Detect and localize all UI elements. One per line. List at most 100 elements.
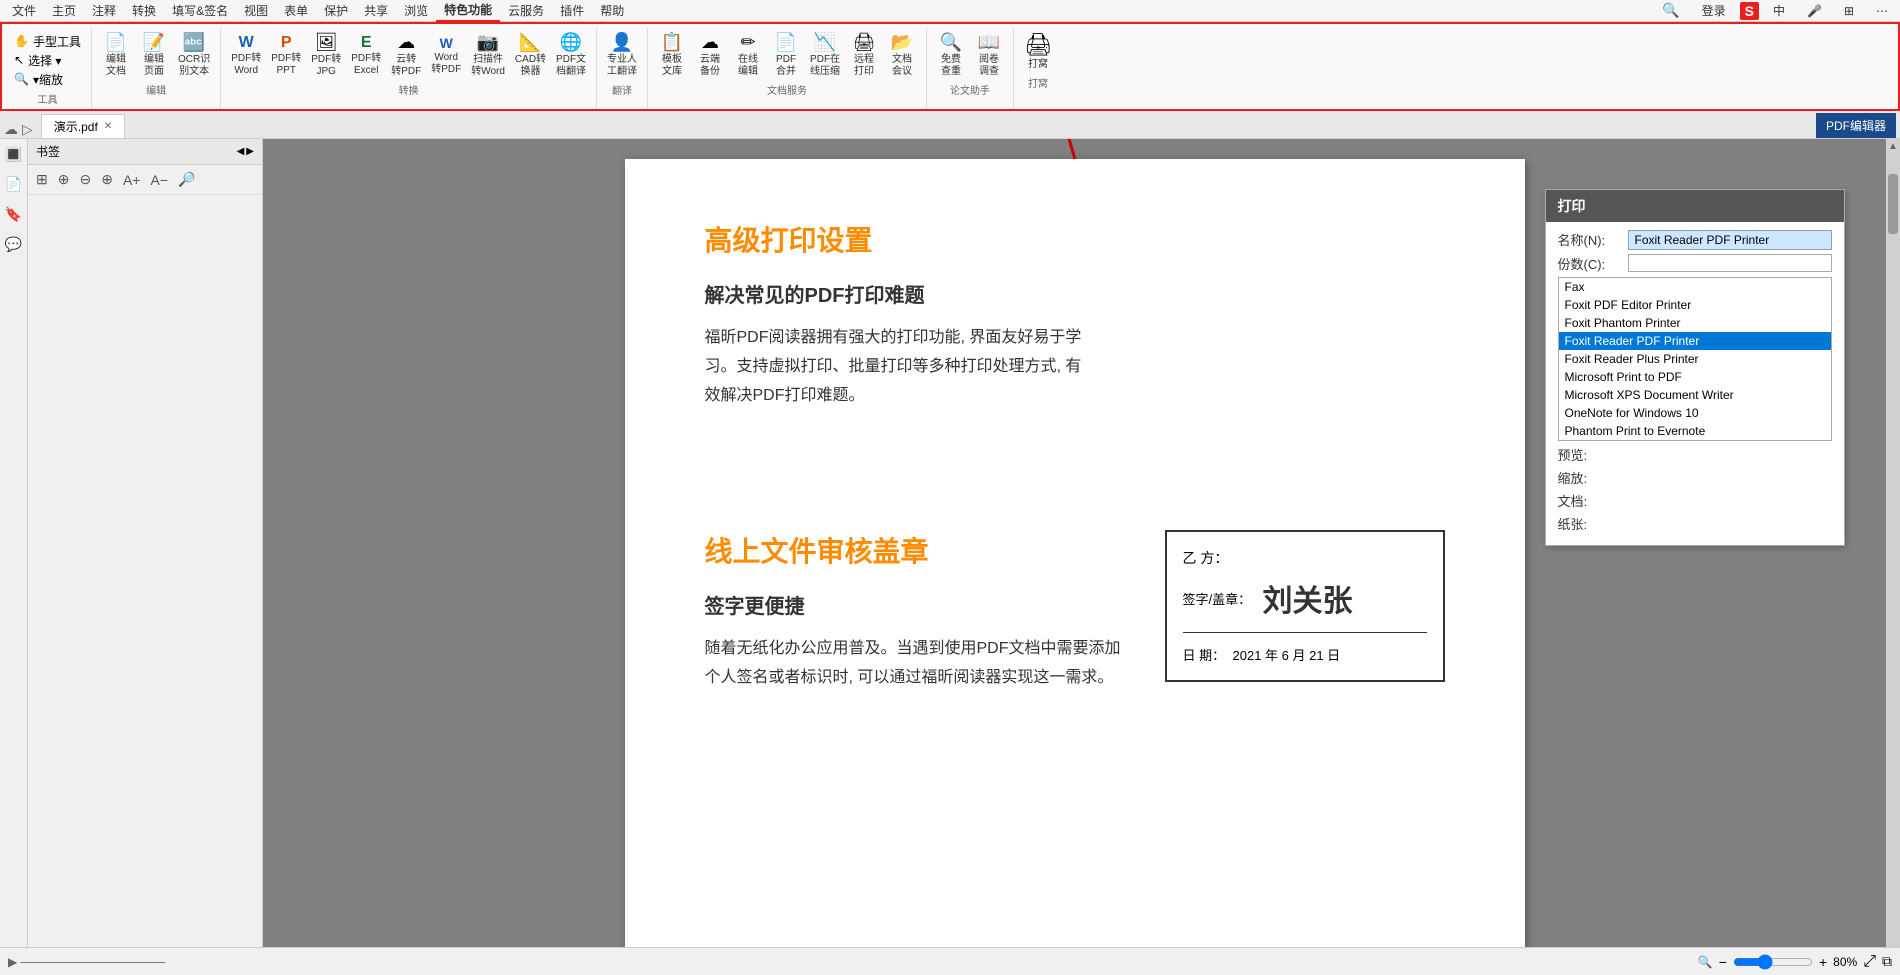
hand-tool-btn[interactable]: ✋ 手型工具 bbox=[10, 32, 85, 51]
tab-close-btn[interactable]: ✕ bbox=[104, 121, 112, 132]
tools-group: ✋ 手型工具 ↖ 选择 ▾ 🔍 ▾缩放 工具 bbox=[4, 28, 92, 109]
print-preview-row: 预览: bbox=[1558, 445, 1832, 464]
grid-icon[interactable]: ⊞ bbox=[1836, 2, 1862, 20]
sidebar-tool-aminus[interactable]: A− bbox=[146, 170, 172, 190]
pdf-translate-btn[interactable]: 🌐 PDF文档翻译 bbox=[552, 30, 590, 80]
print-btn[interactable]: 🖨 打窝 bbox=[1020, 30, 1056, 73]
edit-doc-btn[interactable]: 📄 编辑文档 bbox=[98, 30, 134, 80]
strip-btn-3[interactable]: 🔖 bbox=[3, 203, 25, 225]
zoom-minus-btn[interactable]: − bbox=[1719, 954, 1727, 970]
menu-form[interactable]: 表单 bbox=[276, 0, 316, 21]
pdf-to-ppt-btn[interactable]: P PDF转PPT bbox=[267, 32, 305, 79]
pdf-editor-label[interactable]: PDF编辑器 bbox=[1816, 113, 1896, 138]
zoom-slider[interactable] bbox=[1733, 954, 1813, 970]
printer-ms-xps[interactable]: Microsoft XPS Document Writer bbox=[1559, 386, 1831, 404]
sidebar-tool-plus2[interactable]: ⊕ bbox=[97, 169, 117, 190]
login-button[interactable]: 登录 bbox=[1694, 0, 1734, 21]
word-to-pdf-btn[interactable]: W Word转PDF bbox=[427, 33, 465, 78]
menu-file[interactable]: 文件 bbox=[4, 0, 44, 21]
printer-foxit-plus[interactable]: Foxit Reader Plus Printer bbox=[1559, 350, 1831, 368]
sidebar: 书签 ◀ ▶ ⊞ ⊕ ⊖ ⊕ A+ A− 🔎 bbox=[28, 139, 263, 974]
menu-special[interactable]: 特色功能 bbox=[436, 0, 500, 22]
select-btn[interactable]: ↖ 选择 ▾ bbox=[10, 51, 85, 70]
menu-view[interactable]: 视图 bbox=[236, 0, 276, 21]
pdf-to-word-btn[interactable]: W PDF转Word bbox=[227, 32, 265, 79]
printer-phantom-evernote[interactable]: Phantom Print to Evernote bbox=[1559, 422, 1831, 440]
menu-home[interactable]: 主页 bbox=[44, 0, 84, 21]
cloud-backup-icon: ☁ bbox=[701, 32, 719, 53]
print-subtitle: 解决常见的PDF打印难题 bbox=[705, 279, 1095, 308]
template-btn[interactable]: 📋 模板文库 bbox=[654, 30, 690, 80]
convert-group-label: 转换 bbox=[399, 82, 419, 97]
pdf-to-excel-btn[interactable]: E PDF转Excel bbox=[347, 32, 385, 79]
pdf-compress-btn[interactable]: 📉 PDF在线压缩 bbox=[806, 30, 844, 80]
scan-label: 扫描件转Word bbox=[471, 54, 505, 78]
fit-width-icon[interactable]: ⤢ bbox=[1863, 953, 1876, 971]
plagiarism-btn[interactable]: 🔍 免费查重 bbox=[933, 30, 969, 80]
cursor-icon: ↖ bbox=[14, 53, 24, 67]
strip-btn-2[interactable]: 📄 bbox=[3, 173, 25, 195]
fit-page-icon[interactable]: 🔍 bbox=[1698, 955, 1713, 969]
sidebar-prev[interactable]: ◀ bbox=[237, 146, 245, 157]
doc-services-label: 文档服务 bbox=[767, 82, 807, 97]
printer-foxit-phantom[interactable]: Foxit Phantom Printer bbox=[1559, 314, 1831, 332]
cad-convert-btn[interactable]: 📐 CAD转换器 bbox=[511, 30, 550, 80]
scroll-up-btn[interactable]: ▲ bbox=[1886, 139, 1900, 154]
menu-plugin[interactable]: 插件 bbox=[552, 0, 592, 21]
printer-onenote[interactable]: OneNote for Windows 10 bbox=[1559, 404, 1831, 422]
print-name-input[interactable]: Foxit Reader PDF Printer bbox=[1628, 230, 1832, 250]
tab-label: 演示.pdf bbox=[54, 118, 98, 135]
cloud-backup-btn[interactable]: ☁ 云端备份 bbox=[692, 30, 728, 80]
more-icon[interactable]: ⋯ bbox=[1868, 2, 1896, 20]
menu-sign[interactable]: 填写&签名 bbox=[164, 0, 236, 21]
menu-cloud[interactable]: 云服务 bbox=[500, 0, 552, 21]
pdf-content-area: 高级打印设置 解决常见的PDF打印难题 福昕PDF阅读器拥有强大的打印功能, 界… bbox=[263, 139, 1886, 974]
search-icon[interactable]: 🔍 bbox=[1654, 0, 1687, 21]
zoom-btn[interactable]: 🔍 ▾缩放 bbox=[10, 70, 85, 89]
mic-icon[interactable]: 🎤 bbox=[1799, 2, 1830, 20]
translation-group: 👤 专业人工翻译 翻译 bbox=[597, 28, 648, 109]
menu-comment[interactable]: 注释 bbox=[84, 0, 124, 21]
menu-browse[interactable]: 浏览 bbox=[396, 0, 436, 21]
sign-title: 线上文件审核盖章 bbox=[705, 530, 1125, 570]
zoom-label: ▾缩放 bbox=[33, 71, 63, 88]
strip-btn-4[interactable]: 💬 bbox=[3, 233, 25, 255]
pdf-to-jpg-btn[interactable]: 🖼 PDF转JPG bbox=[307, 30, 345, 80]
menu-help[interactable]: 帮助 bbox=[592, 0, 632, 21]
tab-demo-pdf[interactable]: 演示.pdf ✕ bbox=[41, 114, 125, 138]
lang-icon[interactable]: 中 bbox=[1765, 0, 1793, 21]
sidebar-tool-aplus[interactable]: A+ bbox=[119, 170, 145, 190]
scrollbar-right[interactable]: ▲ ▼ bbox=[1886, 139, 1900, 974]
sidebar-tool-plus1[interactable]: ⊕ bbox=[54, 169, 74, 190]
zoom-plus-btn[interactable]: + bbox=[1819, 954, 1827, 970]
sidebar-tool-grid[interactable]: ⊞ bbox=[32, 169, 52, 190]
pro-translate-label: 专业人工翻译 bbox=[607, 54, 637, 78]
scan-to-word-btn[interactable]: 📷 扫描件转Word bbox=[467, 30, 509, 80]
doc-meeting-btn[interactable]: 📂 文档会议 bbox=[884, 30, 920, 80]
print-copies-input[interactable] bbox=[1628, 254, 1832, 272]
menu-protect[interactable]: 保护 bbox=[316, 0, 356, 21]
sidebar-tool-search[interactable]: 🔎 bbox=[174, 169, 199, 190]
remote-print-btn[interactable]: 🖨 远程打印 bbox=[846, 30, 882, 80]
side-by-side-icon[interactable]: ⧉ bbox=[1882, 953, 1892, 970]
pro-translate-btn[interactable]: 👤 专业人工翻译 bbox=[603, 30, 641, 80]
menu-convert[interactable]: 转换 bbox=[124, 0, 164, 21]
scan-icon: 📷 bbox=[477, 32, 499, 53]
printer-fax[interactable]: Fax bbox=[1559, 278, 1831, 296]
cloud-to-pdf-btn[interactable]: ☁ 云转转PDF bbox=[387, 30, 425, 80]
sidebar-tool-minus1[interactable]: ⊖ bbox=[75, 169, 95, 190]
scroll-thumb[interactable] bbox=[1888, 174, 1898, 234]
sidebar-next[interactable]: ▶ bbox=[246, 146, 254, 157]
translate-icon: 🌐 bbox=[560, 32, 582, 53]
hand-tool-label: 手型工具 bbox=[33, 33, 81, 50]
pdf-merge-btn[interactable]: 📄 PDF合并 bbox=[768, 30, 804, 80]
printer-ms-pdf[interactable]: Microsoft Print to PDF bbox=[1559, 368, 1831, 386]
online-edit-btn[interactable]: ✏ 在线编辑 bbox=[730, 30, 766, 80]
edit-page-btn[interactable]: 📝 编辑页面 bbox=[136, 30, 172, 80]
ocr-btn[interactable]: 🔤 OCR识别文本 bbox=[174, 30, 214, 80]
printer-foxit-editor[interactable]: Foxit PDF Editor Printer bbox=[1559, 296, 1831, 314]
menu-share[interactable]: 共享 bbox=[356, 0, 396, 21]
survey-btn[interactable]: 📖 阅卷调查 bbox=[971, 30, 1007, 80]
strip-btn-1[interactable]: 🔳 bbox=[3, 143, 25, 165]
printer-foxit-reader[interactable]: Foxit Reader PDF Printer bbox=[1559, 332, 1831, 350]
